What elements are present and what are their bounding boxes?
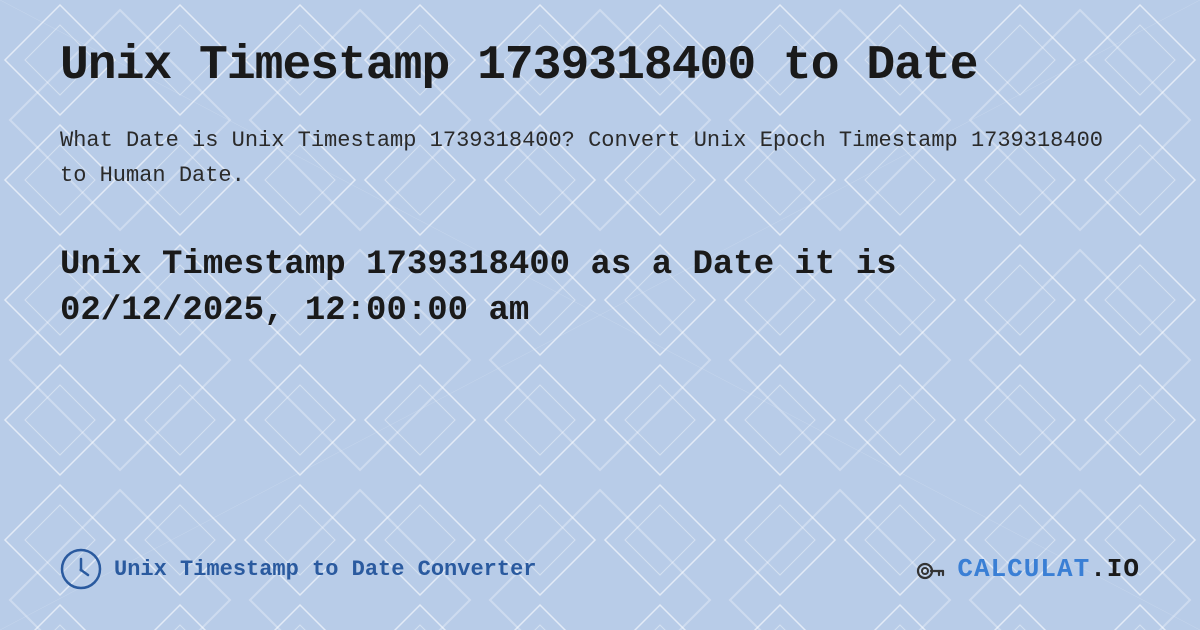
logo-icon (913, 551, 949, 587)
result-text: Unix Timestamp 1739318400 as a Date it i… (60, 243, 1140, 335)
clock-icon (60, 548, 102, 590)
converter-label: Unix Timestamp to Date Converter (114, 557, 536, 582)
footer-left: Unix Timestamp to Date Converter (60, 548, 536, 590)
logo-text: CALCULAT.IO (957, 554, 1140, 584)
page-title: Unix Timestamp 1739318400 to Date (60, 40, 1140, 93)
result-section: Unix Timestamp 1739318400 as a Date it i… (60, 243, 1140, 335)
description-text: What Date is Unix Timestamp 1739318400? … (60, 123, 1140, 193)
result-line1: Unix Timestamp 1739318400 as a Date it i… (60, 246, 897, 284)
footer: Unix Timestamp to Date Converter CALCULA… (60, 528, 1140, 590)
logo: CALCULAT.IO (913, 551, 1140, 587)
result-line2: 02/12/2025, 12:00:00 am (60, 292, 529, 330)
